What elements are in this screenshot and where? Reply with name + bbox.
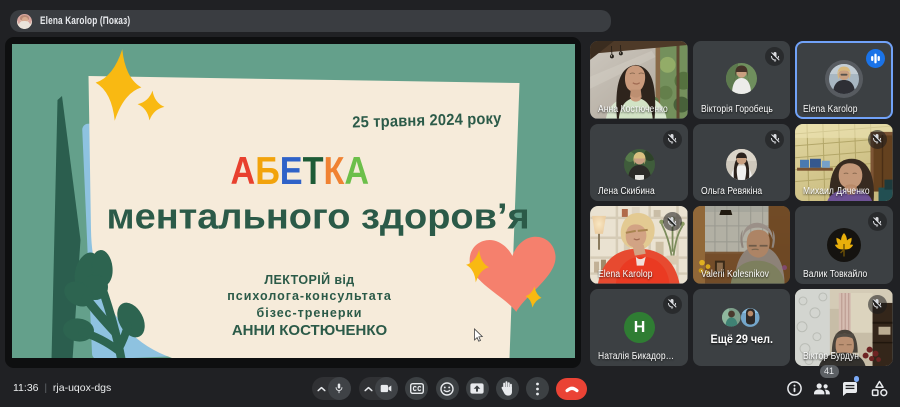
svg-text:АННИ КОСТЮЧЕНКО: АННИ КОСТЮЧЕНКО — [231, 322, 387, 339]
svg-text:бізес-тренерки: бізес-тренерки — [256, 306, 362, 320]
svg-text:ментального здоров’я: ментального здоров’я — [106, 196, 529, 236]
svg-text:психолога-консультата: психолога-консультата — [227, 289, 392, 303]
svg-text:ЛЕКТОРІЙ від: ЛЕКТОРІЙ від — [264, 272, 354, 287]
svg-text:АБЕТКА: АБЕТКА — [230, 149, 369, 193]
